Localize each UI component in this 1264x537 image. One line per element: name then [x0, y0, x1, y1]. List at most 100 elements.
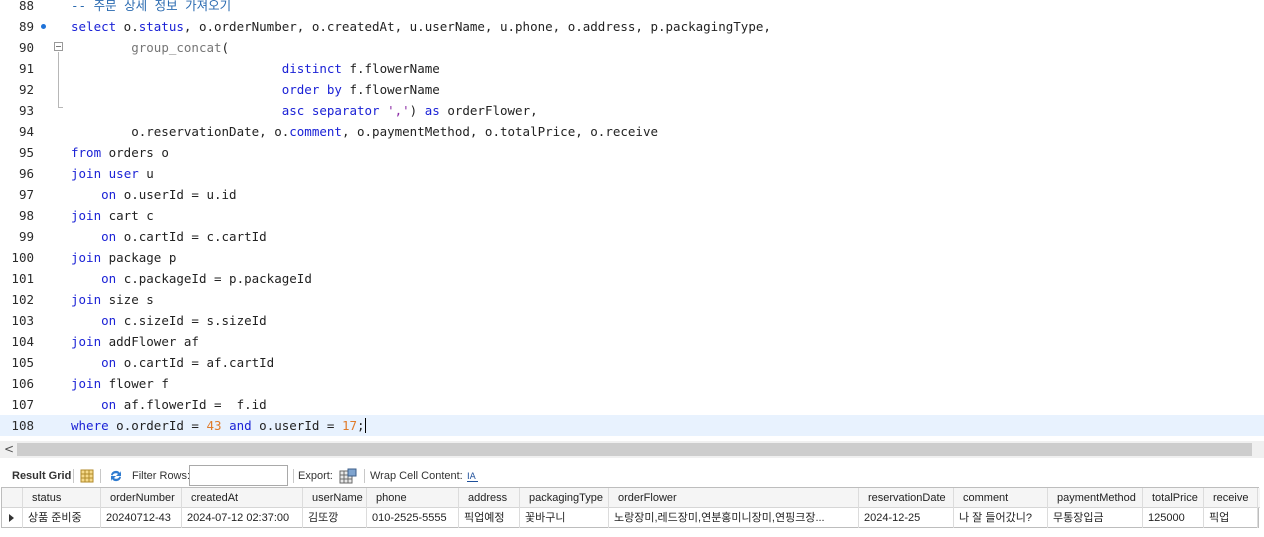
code-text: on o.cartId = af.cartId — [71, 352, 274, 373]
toolbar-divider — [293, 469, 294, 483]
code-line[interactable]: 97 on o.userId = u.id — [0, 184, 1264, 205]
scrollbar-thumb[interactable] — [17, 443, 1252, 456]
code-text: select o.status, o.orderNumber, o.create… — [71, 16, 771, 37]
column-header-phone[interactable]: phone — [367, 488, 459, 508]
cell-paymentMethod[interactable]: 무통장입금 — [1048, 508, 1143, 528]
code-token: ) — [409, 103, 425, 118]
result-toolbar: Result Grid Filter Rows: Export: Wrap Ce… — [0, 464, 1264, 488]
sql-editor[interactable]: 88 -- 주문 상세 정보 가져오기 89 select o.status, o.o… — [0, 0, 1264, 437]
column-header-address[interactable]: address — [459, 488, 520, 508]
cell-phone[interactable]: 010-2525-5555 — [367, 508, 459, 528]
cell-address[interactable]: 픽업예정 — [459, 508, 520, 528]
code-token: o.orderId = — [108, 418, 207, 433]
code-line[interactable]: 93 asc separator ',') as orderFlower, — [0, 100, 1264, 121]
code-line[interactable]: 95 from orders o — [0, 142, 1264, 163]
code-text: on o.userId = u.id — [71, 184, 236, 205]
scroll-left-icon[interactable]: < — [4, 441, 14, 458]
code-token: on — [101, 313, 117, 328]
column-header-status[interactable]: status — [23, 488, 101, 508]
cell-createdAt[interactable]: 2024-07-12 02:37:00 — [182, 508, 303, 528]
code-line[interactable]: 96 join user u — [0, 163, 1264, 184]
code-text: distinct f.flowerName — [71, 58, 440, 79]
cell-receive[interactable]: 픽업 — [1204, 508, 1258, 528]
code-text: on af.flowerId = f.id — [71, 394, 267, 415]
code-line[interactable]: 108 where o.orderId = 43 and o.userId = 1… — [0, 415, 1264, 436]
grid-icon[interactable] — [80, 469, 94, 483]
cell-orderNumber[interactable]: 20240712-43 — [101, 508, 182, 528]
refresh-icon[interactable] — [109, 469, 123, 483]
code-token: o.reservationDate, o. — [71, 124, 290, 139]
horizontal-scrollbar[interactable]: < — [0, 441, 1264, 458]
column-header-createdAt[interactable]: createdAt — [182, 488, 303, 508]
code-text: o.reservationDate, o.comment, o.paymentM… — [71, 121, 658, 142]
code-line[interactable]: 91 distinct f.flowerName — [0, 58, 1264, 79]
code-token: orders o — [101, 145, 169, 160]
code-line[interactable]: 104 join addFlower af — [0, 331, 1264, 352]
filter-rows-input[interactable] — [189, 465, 288, 486]
line-number: 108 — [11, 418, 34, 433]
table-row[interactable]: 상품 준비중 20240712-43 2024-07-12 02:37:00 김또깡 0… — [2, 508, 1260, 528]
column-header-reservationDate[interactable]: reservationDate — [859, 488, 954, 508]
code-text: join user u — [71, 163, 154, 184]
code-token: order by — [281, 82, 342, 97]
code-token: group_concat — [131, 40, 222, 55]
cell-totalPrice[interactable]: 125000 — [1143, 508, 1204, 528]
column-header-totalPrice[interactable]: totalPrice — [1143, 488, 1204, 508]
export-icon[interactable] — [339, 468, 357, 484]
code-token: 43 — [206, 418, 222, 433]
code-line[interactable]: 102 join size s — [0, 289, 1264, 310]
column-header-receive[interactable]: receive — [1204, 488, 1258, 508]
code-line[interactable]: 88 -- 주문 상세 정보 가져오기 — [0, 0, 1264, 16]
cell-status[interactable]: 상품 준비중 — [23, 508, 101, 528]
cell-comment[interactable]: 나 잘 들어갔니? — [954, 508, 1048, 528]
code-line[interactable]: 106 join flower f — [0, 373, 1264, 394]
line-number: 104 — [11, 334, 34, 349]
row-indicator[interactable] — [2, 508, 23, 528]
code-token: package p — [101, 250, 177, 265]
result-grid[interactable]: status orderNumber createdAt userName phone a… — [1, 487, 1260, 528]
code-line[interactable]: 90 group_concat( — [0, 37, 1264, 58]
filter-rows-label: Filter Rows: — [132, 470, 191, 482]
code-line[interactable]: 103 on c.sizeId = s.sizeId — [0, 310, 1264, 331]
column-header-orderNumber[interactable]: orderNumber — [101, 488, 182, 508]
code-token: o.userId = — [251, 418, 342, 433]
code-text: join size s — [71, 289, 154, 310]
wrap-icon[interactable]: IA — [466, 469, 480, 483]
code-token: 17 — [341, 418, 358, 433]
code-line[interactable]: 89 select o.status, o.orderNumber, o.crea… — [0, 16, 1264, 37]
code-token: where — [71, 418, 109, 433]
text-caret — [364, 418, 366, 433]
line-number: 100 — [11, 250, 34, 265]
column-header-paymentMethod[interactable]: paymentMethod — [1048, 488, 1143, 508]
cell-reservationDate[interactable]: 2024-12-25 — [859, 508, 954, 528]
code-line[interactable]: 101 on c.packageId = p.packageId — [0, 268, 1264, 289]
code-line[interactable]: 100 join package p — [0, 247, 1264, 268]
cell-orderFlower[interactable]: 노랑장미,레드장미,연분홍미니장미,연핑크장... — [609, 508, 859, 528]
code-text: join package p — [71, 247, 176, 268]
code-line[interactable]: 107 on af.flowerId = f.id — [0, 394, 1264, 415]
code-token: ; — [357, 418, 365, 433]
column-header-packagingType[interactable]: packagingType — [520, 488, 609, 508]
column-header-comment[interactable]: comment — [954, 488, 1048, 508]
line-number: 98 — [18, 208, 34, 223]
code-text: -- 주문 상세 정보 가져오기 — [71, 0, 231, 16]
code-line[interactable]: 98 join cart c — [0, 205, 1264, 226]
code-line[interactable]: 94 o.reservationDate, o.comment, o.payme… — [0, 121, 1264, 142]
code-line[interactable]: 92 order by f.flowerName — [0, 79, 1264, 100]
line-number: 99 — [18, 229, 34, 244]
column-header-userName[interactable]: userName — [303, 488, 367, 508]
code-token: o.cartId = af.cartId — [116, 355, 275, 370]
code-line[interactable]: 99 on o.cartId = c.cartId — [0, 226, 1264, 247]
code-token: , o.paymentMethod, o.totalPrice, o.recei… — [341, 124, 659, 139]
column-header-orderFlower[interactable]: orderFlower — [609, 488, 859, 508]
code-line[interactable]: 105 on o.cartId = af.cartId — [0, 352, 1264, 373]
cell-packagingType[interactable]: 꽃바구니 — [520, 508, 609, 528]
line-number: 97 — [18, 187, 34, 202]
cell-userName[interactable]: 김또깡 — [303, 508, 367, 528]
code-token: ( — [221, 40, 230, 55]
